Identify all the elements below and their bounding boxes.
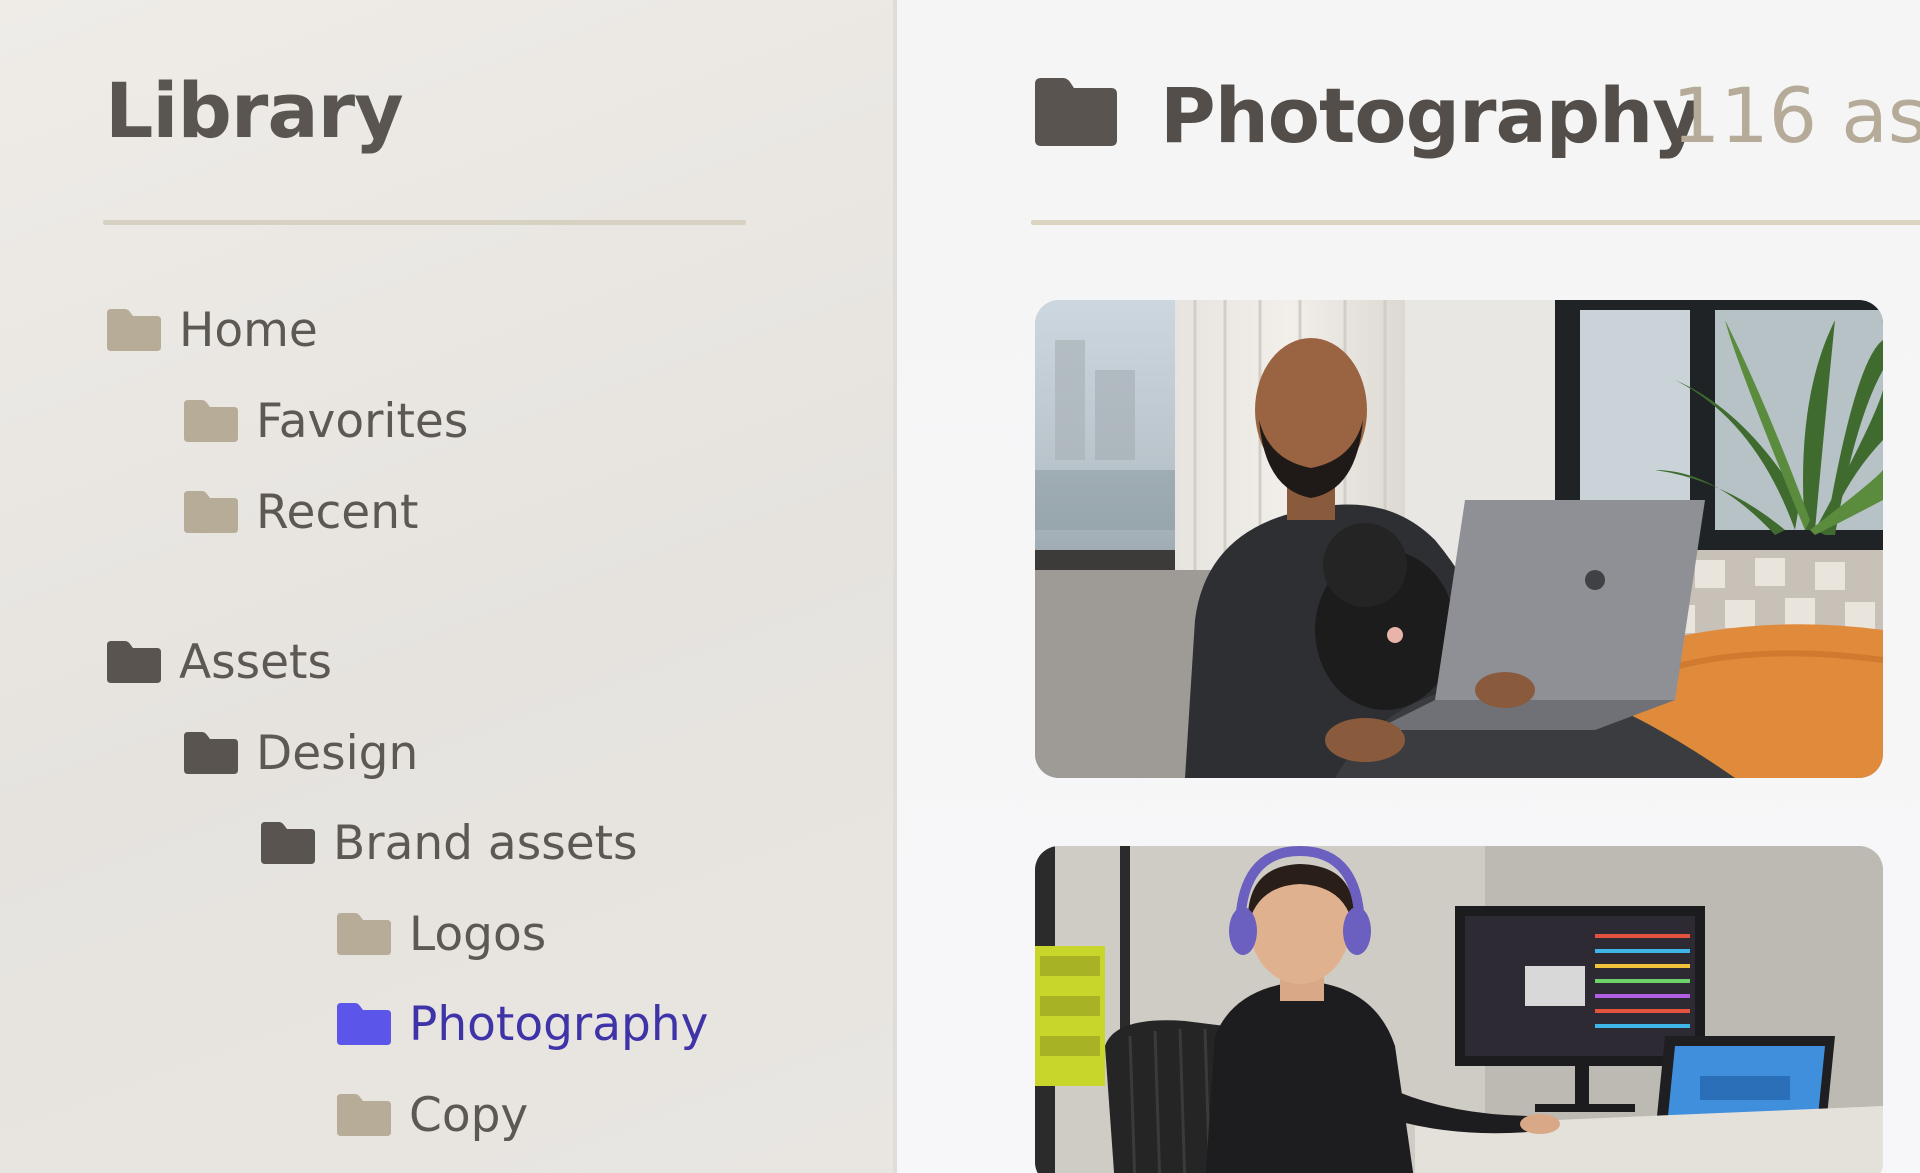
header-divider bbox=[1031, 220, 1920, 225]
sidebar-item-recent[interactable]: Recent bbox=[182, 482, 418, 542]
sidebar-item-label: Design bbox=[256, 725, 419, 781]
page-title: Photography bbox=[1160, 71, 1702, 160]
sidebar-item-label: Assets bbox=[179, 634, 332, 690]
folder-icon bbox=[337, 1094, 391, 1136]
sidebar-divider bbox=[103, 220, 746, 225]
sidebar: Library Home Favorites Recent Assets Des… bbox=[0, 0, 893, 1173]
folder-icon bbox=[184, 491, 238, 533]
sidebar-item-logos[interactable]: Logos bbox=[335, 904, 546, 964]
sidebar-item-brand-assets[interactable]: Brand assets bbox=[259, 813, 638, 873]
sidebar-title: Library bbox=[105, 66, 404, 155]
folder-icon bbox=[107, 309, 161, 351]
folder-icon bbox=[1035, 78, 1117, 146]
app-window: Library Home Favorites Recent Assets Des… bbox=[0, 0, 1920, 1173]
folder-icon bbox=[184, 400, 238, 442]
sidebar-item-assets[interactable]: Assets bbox=[105, 632, 332, 692]
folder-icon bbox=[184, 732, 238, 774]
sidebar-item-design[interactable]: Design bbox=[182, 723, 418, 783]
sidebar-item-label: Photography bbox=[409, 996, 709, 1052]
folder-icon bbox=[107, 641, 161, 683]
photo-card[interactable] bbox=[1035, 846, 1883, 1173]
sidebar-item-label: Brand assets bbox=[333, 815, 638, 871]
sidebar-item-home[interactable]: Home bbox=[105, 300, 318, 360]
photo-woman-with-headphones-desk bbox=[1035, 846, 1883, 1173]
sidebar-item-label: Home bbox=[179, 302, 318, 358]
sidebar-item-copy[interactable]: Copy bbox=[335, 1085, 528, 1145]
folder-icon bbox=[337, 913, 391, 955]
sidebar-item-label: Logos bbox=[409, 906, 547, 962]
photo-card[interactable] bbox=[1035, 300, 1883, 778]
sidebar-item-label: Recent bbox=[256, 484, 419, 540]
sidebar-item-label: Copy bbox=[409, 1087, 529, 1143]
folder-icon bbox=[337, 1003, 391, 1045]
photo-man-with-dog-laptop bbox=[1035, 300, 1883, 778]
sidebar-item-photography[interactable]: Photography bbox=[335, 994, 708, 1054]
asset-count: 116 asse bbox=[1672, 71, 1920, 160]
sidebar-item-label: Favorites bbox=[256, 393, 469, 449]
folder-icon bbox=[261, 822, 315, 864]
sidebar-item-favorites[interactable]: Favorites bbox=[182, 391, 468, 451]
